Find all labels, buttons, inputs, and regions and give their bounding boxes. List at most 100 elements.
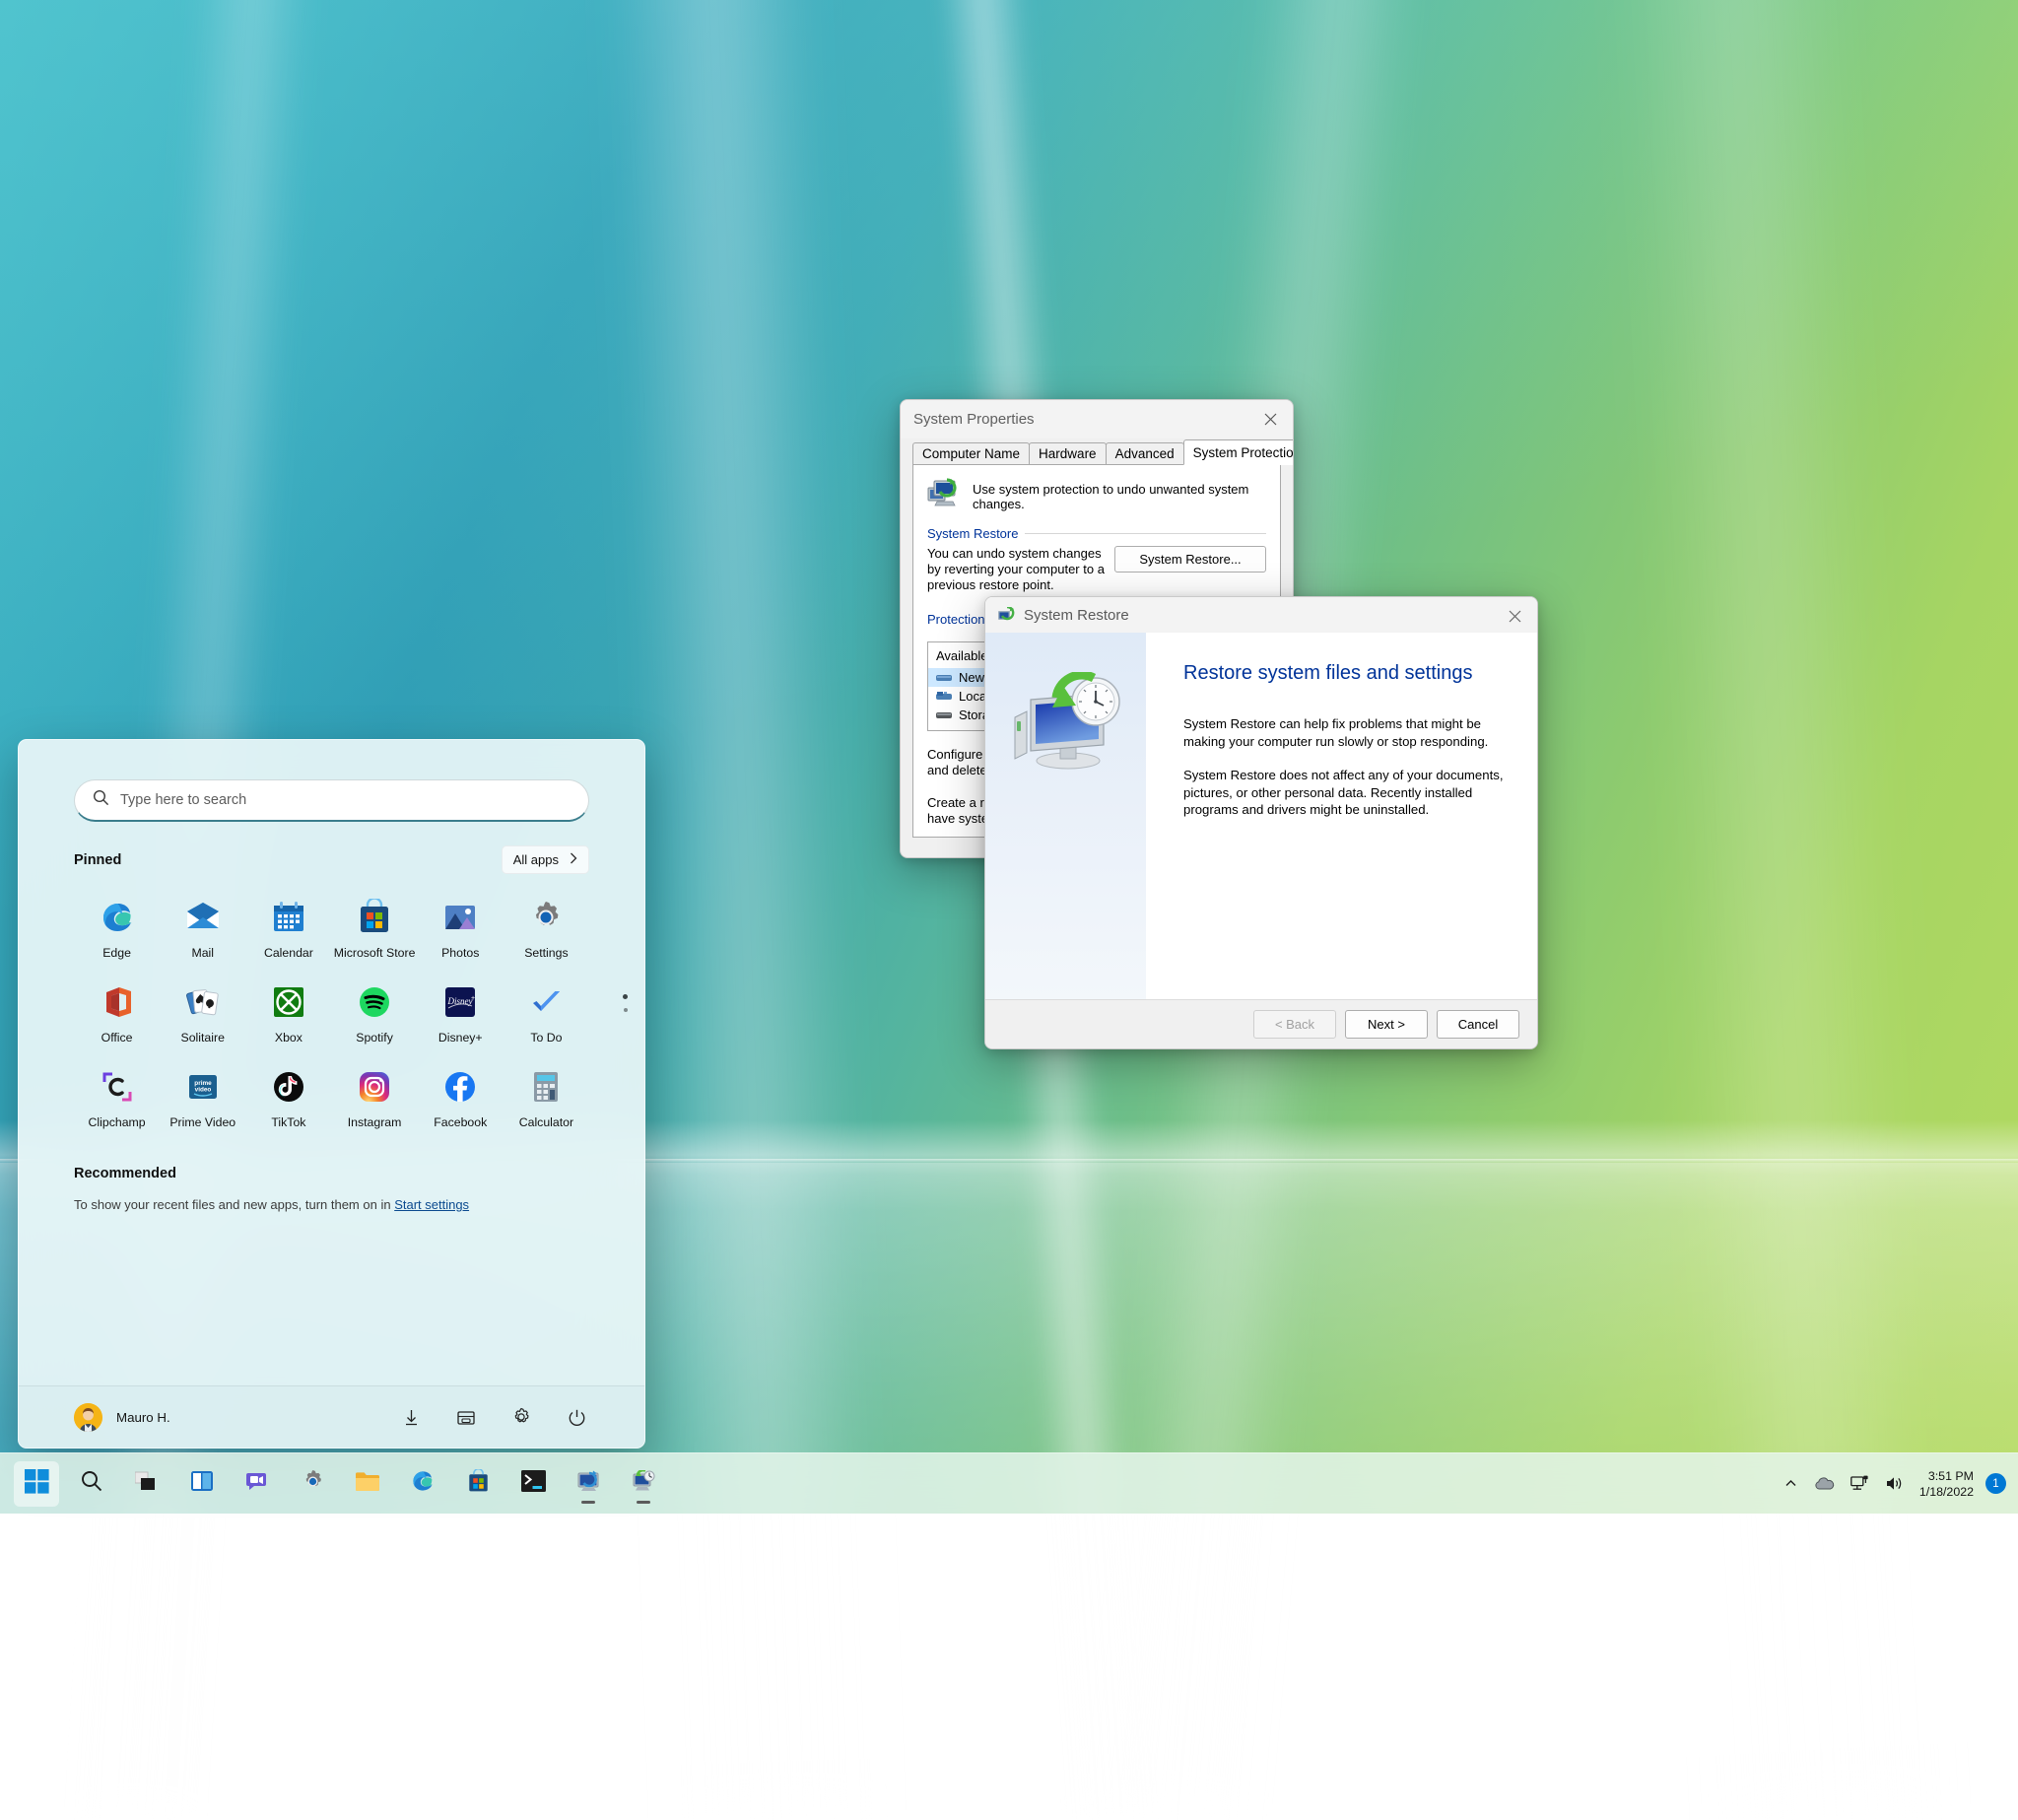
app-label: TikTok <box>271 1115 305 1129</box>
system-restore-paragraph-1: System Restore can help fix problems tha… <box>1183 715 1504 750</box>
app-label: Xbox <box>275 1031 303 1045</box>
app-tile-facebook[interactable]: Facebook <box>418 1057 504 1136</box>
file-explorer-button[interactable] <box>453 1404 479 1430</box>
search-input[interactable] <box>120 792 571 808</box>
running-indicator <box>637 1501 650 1504</box>
system-restore-button[interactable]: System Restore... <box>1114 546 1266 573</box>
system-restore-icon <box>998 607 1015 623</box>
system-restore-group-legend: System Restore <box>927 526 1025 541</box>
app-tile-settings[interactable]: Settings <box>504 888 589 967</box>
close-icon[interactable] <box>1492 597 1537 636</box>
pinned-title: Pinned <box>74 852 121 868</box>
user-account-button[interactable]: Mauro H. <box>74 1403 170 1432</box>
app-tile-photos[interactable]: Photos <box>418 888 504 967</box>
widgets-button[interactable] <box>179 1461 225 1507</box>
svg-text:+: + <box>471 995 475 1002</box>
settings-button[interactable] <box>508 1404 534 1430</box>
tab-computer-name[interactable]: Computer Name <box>912 442 1030 464</box>
search-icon <box>93 789 109 811</box>
app-tile-clipchamp[interactable]: Clipchamp <box>74 1057 160 1136</box>
app-tile-microsoft-store[interactable]: Microsoft Store <box>331 888 417 967</box>
app-tile-calendar[interactable]: Calendar <box>245 888 331 967</box>
drive-icon <box>936 672 952 684</box>
app-label: Edge <box>102 946 131 960</box>
app-label: Prime Video <box>169 1115 235 1129</box>
app-tile-calculator[interactable]: Calculator <box>504 1057 589 1136</box>
microsoft-store-icon <box>355 897 395 937</box>
tab-hardware[interactable]: Hardware <box>1029 442 1107 464</box>
microsoft-store-taskbar-button[interactable] <box>455 1461 501 1507</box>
spotify-icon <box>355 981 395 1022</box>
start-menu[interactable]: Pinned All apps Edge <box>18 739 645 1449</box>
notification-badge[interactable]: 1 <box>1985 1473 2006 1494</box>
close-icon[interactable] <box>1247 400 1293 438</box>
system-restore-title: System Restore <box>1024 607 1129 624</box>
running-indicator <box>581 1501 595 1504</box>
system-restore-window[interactable]: System Restore <box>984 596 1538 1049</box>
app-tile-office[interactable]: Office <box>74 973 160 1051</box>
app-tile-xbox[interactable]: Xbox <box>245 973 331 1051</box>
windows-logo-icon <box>25 1469 49 1499</box>
widgets-icon <box>190 1469 214 1498</box>
system-properties-taskbar-button[interactable] <box>566 1461 611 1507</box>
file-explorer-taskbar-button[interactable] <box>345 1461 390 1507</box>
chat-button[interactable] <box>235 1461 280 1507</box>
start-menu-action-buttons <box>398 1404 589 1430</box>
app-tile-instagram[interactable]: Instagram <box>331 1057 417 1136</box>
task-view-button[interactable] <box>124 1461 169 1507</box>
avatar <box>74 1403 102 1432</box>
downloads-button[interactable] <box>398 1404 424 1430</box>
app-tile-to-do[interactable]: To Do <box>504 973 589 1051</box>
settings-taskbar-button[interactable] <box>290 1461 335 1507</box>
pinned-pagination[interactable] <box>623 994 628 1012</box>
system-drive-icon <box>936 691 952 703</box>
mail-icon <box>182 897 223 937</box>
system-restore-row: You can undo system changes by reverting… <box>927 546 1266 593</box>
system-restore-taskbar-button[interactable] <box>621 1461 666 1507</box>
cancel-button[interactable]: Cancel <box>1437 1010 1519 1039</box>
system-properties-title: System Properties <box>913 411 1035 428</box>
terminal-taskbar-button[interactable] <box>510 1461 556 1507</box>
tab-advanced[interactable]: Advanced <box>1106 442 1184 464</box>
chevron-right-icon <box>570 852 577 867</box>
app-label: Facebook <box>434 1115 487 1129</box>
app-label: Microsoft Store <box>334 946 416 960</box>
pagination-dot-2[interactable] <box>624 1008 628 1012</box>
pinned-apps-grid[interactable]: Edge Mail <box>74 888 589 1136</box>
terminal-icon <box>521 1470 546 1497</box>
onedrive-cloud-icon[interactable] <box>1806 1462 1843 1506</box>
power-button[interactable] <box>564 1404 589 1430</box>
app-label: Calculator <box>519 1115 573 1129</box>
system-properties-tabstrip[interactable]: Computer Name Hardware Advanced System P… <box>912 440 1281 465</box>
app-tile-edge[interactable]: Edge <box>74 888 160 967</box>
chevron-up-icon[interactable] <box>1776 1462 1806 1506</box>
start-settings-link[interactable]: Start settings <box>394 1197 469 1212</box>
app-tile-solitaire[interactable]: Solitaire <box>160 973 245 1051</box>
solitaire-icon <box>182 981 223 1022</box>
network-icon[interactable] <box>1843 1462 1877 1506</box>
next-button[interactable]: Next > <box>1345 1010 1428 1039</box>
clock[interactable]: 3:51 PM 1/18/2022 <box>1912 1468 1984 1500</box>
start-button[interactable] <box>14 1461 59 1507</box>
app-tile-mail[interactable]: Mail <box>160 888 245 967</box>
app-tile-disney-plus[interactable]: Disney + Disney+ <box>418 973 504 1051</box>
back-button[interactable]: < Back <box>1253 1010 1336 1039</box>
search-button[interactable] <box>69 1461 114 1507</box>
volume-icon[interactable] <box>1877 1462 1912 1506</box>
wallpaper-light-beam <box>605 0 881 1819</box>
edge-taskbar-button[interactable] <box>400 1461 445 1507</box>
search-box[interactable] <box>74 779 589 822</box>
all-apps-label: All apps <box>513 852 559 867</box>
settings-gear-icon <box>526 897 567 937</box>
tab-system-protection[interactable]: System Protection <box>1183 439 1294 465</box>
pagination-dot-1[interactable] <box>623 994 628 999</box>
clipchamp-icon <box>97 1066 137 1107</box>
app-tile-tiktok[interactable]: TikTok <box>245 1057 331 1136</box>
app-tile-prime-video[interactable]: prime video Prime Video <box>160 1057 245 1136</box>
app-tile-spotify[interactable]: Spotify <box>331 973 417 1051</box>
taskbar[interactable]: 3:51 PM 1/18/2022 1 <box>0 1452 2018 1514</box>
app-label: Clipchamp <box>89 1115 146 1129</box>
app-label: Calendar <box>264 946 313 960</box>
all-apps-button[interactable]: All apps <box>502 845 589 874</box>
system-protection-icon <box>927 478 961 510</box>
